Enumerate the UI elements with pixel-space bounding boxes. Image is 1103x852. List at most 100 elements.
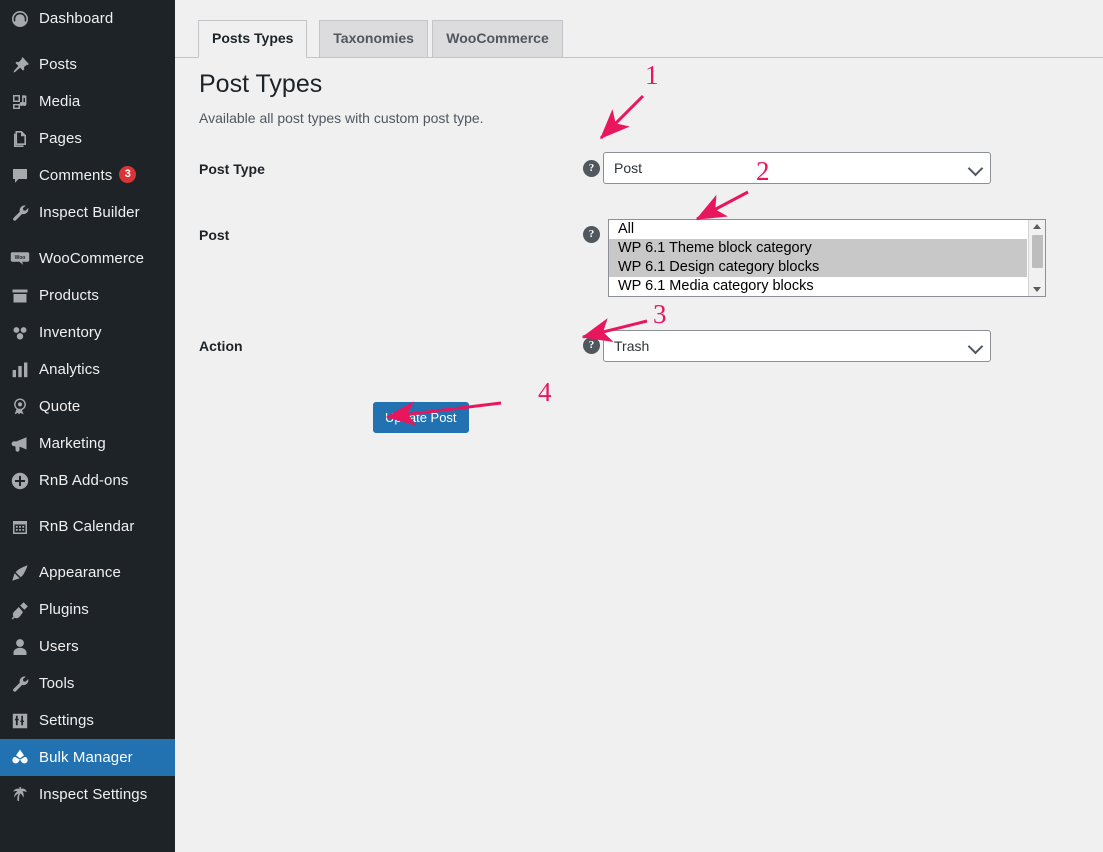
- sidebar-item-media[interactable]: Media: [0, 83, 175, 120]
- annotation-number-1: 1: [645, 60, 659, 90]
- annotation-number-3: 3: [653, 299, 667, 329]
- action-help-icon[interactable]: ?: [583, 337, 600, 354]
- post-type-select-value: Post: [614, 160, 643, 176]
- woocommerce-icon: Woo: [10, 249, 38, 269]
- update-post-button[interactable]: Update Post: [373, 402, 469, 433]
- sidebar-item-label: RnB Add-ons: [39, 472, 129, 489]
- post-type-label: Post Type: [199, 161, 265, 177]
- listbox-scrollbar[interactable]: [1028, 220, 1045, 296]
- sidebar-item-dashboard[interactable]: Dashboard: [0, 0, 175, 37]
- sidebar-item-label: Dashboard: [39, 10, 114, 27]
- post-multiselect-listbox[interactable]: All WP 6.1 Theme block category WP 6.1 Des…: [608, 219, 1046, 297]
- post-option-list: All WP 6.1 Theme block category WP 6.1 Des…: [609, 220, 1027, 296]
- dashboard-icon: [10, 9, 38, 29]
- sidebar-item-pages[interactable]: Pages: [0, 120, 175, 157]
- analytics-icon: [10, 360, 38, 380]
- sidebar-item-woocommerce[interactable]: Woo WooCommerce: [0, 240, 175, 277]
- pin-icon: [10, 55, 38, 75]
- post-option[interactable]: WP 6.1 Media category blocks: [609, 277, 1027, 296]
- sidebar-separator: [0, 499, 175, 508]
- sidebar-item-settings[interactable]: Settings: [0, 702, 175, 739]
- sidebar-item-badge: 3: [119, 166, 137, 183]
- chevron-down-icon: [967, 160, 984, 177]
- sidebar-item-label: Inventory: [39, 324, 102, 341]
- sidebar-item-label: Appearance: [39, 564, 121, 581]
- user-icon: [10, 637, 38, 657]
- admin-screen: Dashboard Posts Media Pages Comments 3 Inspect…: [0, 0, 1103, 852]
- sidebar-item-label: Settings: [39, 712, 94, 729]
- sidebar-item-inventory[interactable]: Inventory: [0, 314, 175, 351]
- sidebar-item-plugins[interactable]: Plugins: [0, 591, 175, 628]
- inventory-icon: [10, 323, 38, 343]
- megaphone-icon: [10, 434, 38, 454]
- sidebar-item-inspect-builder[interactable]: Inspect Builder: [0, 194, 175, 231]
- scrollbar-thumb[interactable]: [1032, 235, 1043, 268]
- scroll-up-icon[interactable]: [1029, 220, 1045, 233]
- plug-icon: [10, 600, 38, 620]
- scroll-down-icon[interactable]: [1029, 283, 1045, 296]
- tab-woocommerce[interactable]: WooCommerce: [432, 20, 563, 57]
- sidebar-item-marketing[interactable]: Marketing: [0, 425, 175, 462]
- nav-tab-underline: [175, 57, 1103, 58]
- post-option[interactable]: WP 6.1 Theme block category: [609, 239, 1027, 258]
- sidebar-item-products[interactable]: Products: [0, 277, 175, 314]
- sidebar-item-inspect-settings[interactable]: Inspect Settings: [0, 776, 175, 813]
- action-select-value: Trash: [614, 338, 650, 354]
- sidebar-item-users[interactable]: Users: [0, 628, 175, 665]
- admin-sidebar: Dashboard Posts Media Pages Comments 3 Inspect…: [0, 0, 175, 852]
- sidebar-item-label: Users: [39, 638, 79, 655]
- calendar-icon: [10, 517, 38, 537]
- comment-icon: [10, 166, 38, 186]
- products-icon: [10, 286, 38, 306]
- sidebar-item-label: Pages: [39, 130, 83, 147]
- sidebar-item-label: Quote: [39, 398, 81, 415]
- post-type-help-icon[interactable]: ?: [583, 160, 600, 177]
- wrench-icon: [10, 203, 38, 223]
- main-content: Posts Types Taxonomies WooCommerce Post Ty…: [175, 0, 1103, 852]
- action-select[interactable]: Trash: [603, 330, 991, 362]
- sidebar-item-label: Analytics: [39, 361, 100, 378]
- sidebar-item-appearance[interactable]: Appearance: [0, 554, 175, 591]
- sidebar-item-label: Inspect Builder: [39, 204, 140, 221]
- sidebar-item-bulk-manager[interactable]: Bulk Manager: [0, 739, 175, 776]
- page-description: Available all post types with custom pos…: [199, 110, 484, 126]
- sidebar-item-quote[interactable]: Quote: [0, 388, 175, 425]
- plus-circle-icon: [10, 471, 38, 491]
- post-type-select[interactable]: Post: [603, 152, 991, 184]
- sidebar-item-label: Inspect Settings: [39, 786, 148, 803]
- sidebar-item-label: Plugins: [39, 601, 89, 618]
- palm-icon: [10, 785, 38, 805]
- sidebar-item-rnb-calendar[interactable]: RnB Calendar: [0, 508, 175, 545]
- annotation-number-2: 2: [756, 156, 770, 186]
- sidebar-item-label: Posts: [39, 56, 78, 73]
- sidebar-item-analytics[interactable]: Analytics: [0, 351, 175, 388]
- quote-ribbon-icon: [10, 397, 38, 417]
- post-label: Post: [199, 227, 230, 243]
- sidebar-item-label: Marketing: [39, 435, 106, 452]
- sidebar-separator: [0, 37, 175, 46]
- page-title: Post Types: [199, 70, 323, 98]
- action-label: Action: [199, 338, 243, 354]
- sidebar-item-posts[interactable]: Posts: [0, 46, 175, 83]
- sidebar-item-label: Media: [39, 93, 81, 110]
- sidebar-item-label: WooCommerce: [39, 250, 145, 267]
- chevron-down-icon: [967, 338, 984, 355]
- post-option[interactable]: WP 6.1 Design category blocks: [609, 258, 1027, 277]
- sidebar-item-label: Bulk Manager: [39, 749, 133, 766]
- sidebar-item-comments[interactable]: Comments 3: [0, 157, 175, 194]
- sidebar-item-tools[interactable]: Tools: [0, 665, 175, 702]
- paintbrush-icon: [10, 563, 38, 583]
- sidebar-separator: [0, 231, 175, 240]
- bulk-manager-icon: [10, 748, 38, 768]
- svg-text:Woo: Woo: [15, 255, 26, 261]
- sidebar-item-label: Products: [39, 287, 99, 304]
- sidebar-item-rnb-add-ons[interactable]: RnB Add-ons: [0, 462, 175, 499]
- sidebar-separator: [0, 545, 175, 554]
- post-option[interactable]: All: [609, 220, 1027, 239]
- tab-taxonomies[interactable]: Taxonomies: [319, 20, 428, 57]
- sidebar-item-label: Tools: [39, 675, 75, 692]
- tab-posts-types[interactable]: Posts Types: [198, 20, 308, 58]
- nav-tab-wrapper: Posts Types Taxonomies WooCommerce: [175, 0, 1103, 58]
- post-help-icon[interactable]: ?: [583, 226, 600, 243]
- annotation-number-4: 4: [538, 377, 552, 407]
